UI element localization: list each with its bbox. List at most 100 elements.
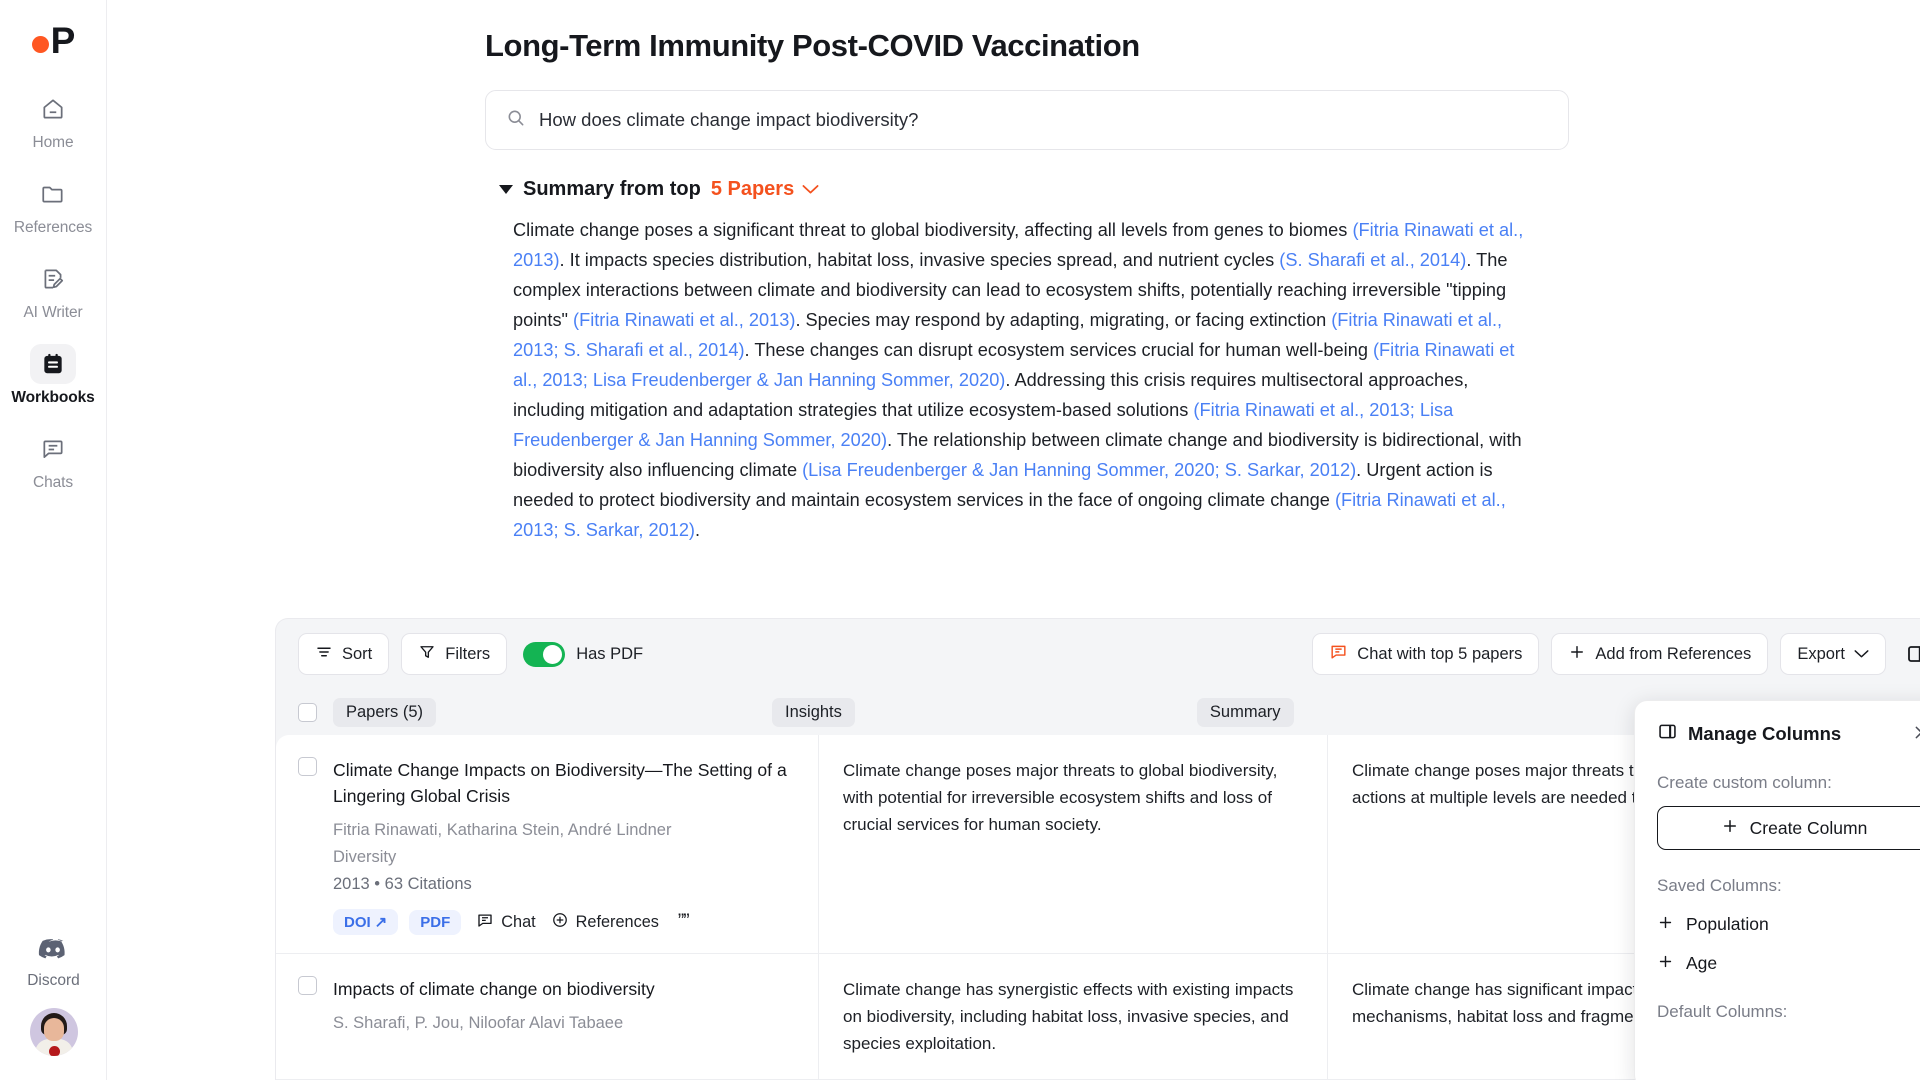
toggle-track bbox=[523, 641, 566, 667]
sort-icon bbox=[315, 643, 333, 666]
default-columns-label: Default Columns: bbox=[1657, 1002, 1788, 1021]
toggle-knob bbox=[543, 644, 563, 664]
summary-fragment: Climate change poses a significant threa… bbox=[513, 220, 1353, 240]
sidebar-item-workbooks[interactable]: Workbooks bbox=[10, 344, 96, 407]
paper-title[interactable]: Climate Change Impacts on Biodiversity—T… bbox=[333, 757, 796, 809]
plus-icon bbox=[1568, 643, 1586, 666]
insights-text: Climate change poses major threats to gl… bbox=[843, 761, 1278, 834]
manage-columns-panel: Manage Columns Create custom column: Cre… bbox=[1634, 700, 1920, 1080]
sort-button[interactable]: Sort bbox=[298, 633, 390, 675]
sidebar-item-home[interactable]: Home bbox=[10, 89, 96, 152]
add-from-references-button[interactable]: Add from References bbox=[1551, 633, 1769, 675]
discord-link[interactable]: Discord bbox=[27, 938, 80, 990]
has-pdf-toggle[interactable]: Has PDF bbox=[523, 641, 644, 667]
sidebar: P Home References AI Writer Workbooks Ch… bbox=[0, 0, 107, 1080]
main-content: Long-Term Immunity Post-COVID Vaccinatio… bbox=[107, 0, 1920, 1080]
add-from-references-label: Add from References bbox=[1595, 644, 1752, 663]
sidebar-item-chats[interactable]: Chats bbox=[10, 429, 96, 492]
chat-bubble-icon bbox=[30, 429, 76, 469]
citation-link[interactable]: (S. Sharafi et al., 2014) bbox=[1279, 250, 1466, 270]
side-panel-toggle-button[interactable] bbox=[1898, 635, 1920, 673]
filter-icon bbox=[418, 643, 436, 666]
workbook-icon bbox=[30, 344, 76, 384]
citation-link[interactable]: (Fitria Rinawati et al., 2013) bbox=[573, 310, 795, 330]
column-header-summary[interactable]: Summary bbox=[1196, 697, 1294, 727]
close-icon[interactable] bbox=[1912, 723, 1920, 746]
summary-fragment: . These changes can disrupt ecosystem se… bbox=[744, 340, 1373, 360]
plus-icon bbox=[1657, 914, 1674, 935]
row-checkbox[interactable] bbox=[298, 757, 317, 776]
discord-label: Discord bbox=[27, 972, 80, 989]
chat-with-papers-button[interactable]: Chat with top 5 papers bbox=[1312, 633, 1540, 675]
citation-link[interactable]: (Lisa Freudenberger & Jan Hanning Sommer… bbox=[802, 460, 1356, 480]
logo-text: P bbox=[50, 20, 76, 61]
paper-cell: Climate Change Impacts on Biodiversity—T… bbox=[276, 735, 819, 953]
avatar-accessory bbox=[48, 1046, 60, 1056]
export-label: Export bbox=[1797, 644, 1845, 663]
row-checkbox[interactable] bbox=[298, 976, 317, 995]
row-references-label: References bbox=[575, 912, 659, 931]
paper-journal: Diversity bbox=[333, 848, 397, 866]
paper-authors: S. Sharafi, P. Jou, Niloofar Alavi Tabae… bbox=[333, 1014, 624, 1032]
home-icon bbox=[30, 89, 76, 129]
saved-column-population[interactable]: Population ⋮ bbox=[1657, 914, 1920, 935]
has-pdf-label: Has PDF bbox=[576, 644, 644, 663]
insights-cell[interactable]: Climate change has synergistic effects w… bbox=[819, 954, 1328, 1079]
sidebar-item-label: Chats bbox=[33, 474, 73, 491]
search-icon bbox=[506, 108, 526, 133]
sidebar-item-label: Workbooks bbox=[11, 389, 95, 406]
paper-authors: Fitria Rinawati, Katharina Stein, André … bbox=[333, 821, 672, 839]
summary-fragment: . It impacts species distribution, habit… bbox=[559, 250, 1280, 270]
saved-column-age[interactable]: Age ⋮ bbox=[1657, 953, 1920, 974]
avatar-face bbox=[43, 1018, 64, 1041]
create-column-label: Create Column bbox=[1749, 817, 1868, 838]
chat-bubble-icon bbox=[1329, 642, 1348, 666]
column-header-papers[interactable]: Papers (5) bbox=[333, 697, 437, 727]
caret-down-icon[interactable] bbox=[499, 185, 513, 194]
filters-button[interactable]: Filters bbox=[401, 633, 508, 675]
doi-link[interactable]: DOI ↗ bbox=[333, 909, 399, 935]
side-panel-icon bbox=[1657, 721, 1678, 747]
paper-title[interactable]: Impacts of climate change on biodiversit… bbox=[333, 976, 796, 1002]
doi-label: DOI bbox=[344, 913, 371, 931]
pencil-document-icon bbox=[30, 259, 76, 299]
column-header-insights[interactable]: Insights bbox=[772, 697, 855, 727]
filters-label: Filters bbox=[445, 644, 491, 663]
quote-icon[interactable]: ”” bbox=[678, 911, 690, 933]
chevron-down-icon[interactable] bbox=[802, 180, 819, 199]
more-options-icon[interactable]: ⋮ bbox=[1913, 954, 1920, 974]
pdf-label: PDF bbox=[420, 913, 451, 931]
content-wrapper: Long-Term Immunity Post-COVID Vaccinatio… bbox=[485, 0, 1569, 545]
avatar[interactable] bbox=[29, 1008, 78, 1056]
app-logo[interactable]: P bbox=[31, 20, 76, 61]
chevron-down-icon bbox=[1854, 645, 1869, 664]
insights-cell[interactable]: Climate change poses major threats to gl… bbox=[819, 735, 1328, 953]
chat-with-papers-label: Chat with top 5 papers bbox=[1357, 644, 1523, 663]
manage-columns-title: Manage Columns bbox=[1688, 723, 1842, 744]
insights-text: Climate change has synergistic effects w… bbox=[843, 980, 1294, 1053]
sort-label: Sort bbox=[342, 644, 373, 663]
summary-fragment: . bbox=[695, 520, 701, 540]
summary-text: Climate change poses a significant threa… bbox=[513, 215, 1537, 545]
select-all-checkbox[interactable] bbox=[298, 702, 317, 722]
paper-meta: 2013 • 63 Citations bbox=[333, 875, 472, 893]
search-input[interactable]: How does climate change impact biodivers… bbox=[485, 90, 1569, 150]
summary-papers-count[interactable]: 5 Papers bbox=[711, 178, 794, 201]
external-link-icon: ↗ bbox=[374, 914, 388, 931]
row-chat-button[interactable]: Chat bbox=[476, 911, 536, 934]
page-title: Long-Term Immunity Post-COVID Vaccinatio… bbox=[485, 28, 1140, 63]
logo-dot-icon bbox=[31, 35, 49, 53]
pdf-link[interactable]: PDF bbox=[409, 909, 462, 935]
sidebar-footer: Discord bbox=[0, 938, 107, 1056]
plus-circle-icon bbox=[551, 911, 569, 934]
sidebar-item-references[interactable]: References bbox=[10, 174, 96, 237]
row-references-button[interactable]: References bbox=[551, 911, 659, 934]
more-options-icon[interactable]: ⋮ bbox=[1913, 915, 1920, 935]
create-column-button[interactable]: Create Column bbox=[1657, 806, 1920, 850]
search-value: How does climate change impact biodivers… bbox=[539, 109, 919, 130]
sidebar-item-ai-writer[interactable]: AI Writer bbox=[10, 259, 96, 322]
export-button[interactable]: Export bbox=[1780, 633, 1886, 675]
folder-icon bbox=[30, 174, 76, 214]
summary-header: Summary from top 5 Papers bbox=[499, 178, 1569, 201]
create-custom-column-label: Create custom column: bbox=[1657, 773, 1832, 792]
